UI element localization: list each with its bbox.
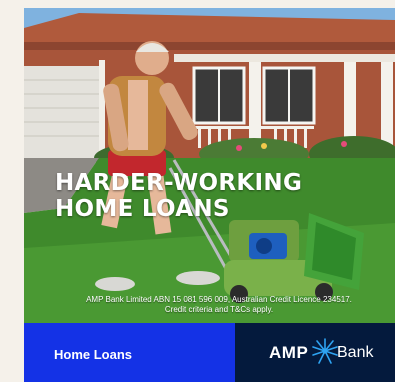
home-loans-button[interactable]: Home Loans (24, 323, 235, 382)
starburst-icon (312, 338, 338, 364)
home-loans-label: Home Loans (54, 347, 133, 362)
logo-bank-text: Bank (337, 344, 374, 361)
ad-headline: HARDER-WORKING HOME LOANS (55, 170, 302, 222)
legal-disclaimer: AMP Bank Limited ABN 15 081 596 009, Aus… (54, 295, 384, 315)
logo-amp-text: AMP (269, 343, 309, 362)
amp-bank-logo: AMP Bank (235, 323, 395, 382)
ad-footer: Home Loans AMP Bank (24, 323, 395, 382)
disclaimer-line-1: AMP Bank Limited ABN 15 081 596 009, Aus… (86, 295, 352, 304)
amp-home-loans-ad[interactable]: HARDER-WORKING HOME LOANS AMP Bank Limit… (24, 8, 395, 382)
ad-photo (24, 8, 395, 323)
disclaimer-line-2: Credit criteria and T&Cs apply. (164, 305, 274, 314)
headline-line-1: HARDER-WORKING (55, 170, 303, 196)
headline-line-2: HOME LOANS (55, 196, 230, 222)
